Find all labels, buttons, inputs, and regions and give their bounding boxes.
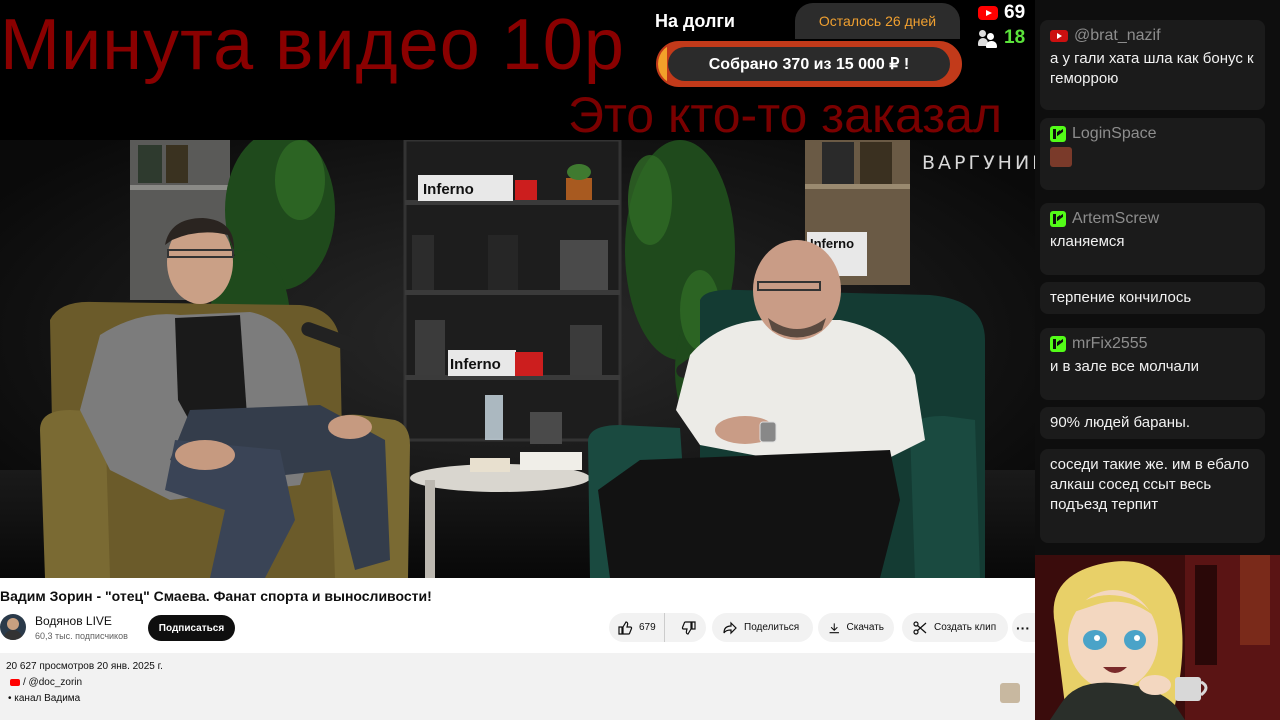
- youtube-viewer-value: 69: [1004, 2, 1026, 23]
- stream-overlay-header: Минута видео 10р Это кто-то заказал На д…: [0, 0, 1035, 140]
- share-icon: [723, 621, 737, 634]
- donation-goal-bar: Собрано 370 из 15 000 ₽ !: [656, 41, 962, 87]
- chat-username-text: mrFix2555: [1072, 335, 1148, 352]
- like-count: 679: [639, 622, 656, 633]
- video-frame-scene: Inferno Inferno Inferno: [0, 140, 1035, 578]
- viewers-icon: [978, 29, 998, 48]
- chat-username: mrFix2555: [1050, 334, 1255, 354]
- video-description[interactable]: 20 627 просмотров 20 янв. 2025 г. / @doc…: [0, 653, 1035, 720]
- description-handle-link[interactable]: / @doc_zorin: [10, 677, 82, 688]
- ticker-text-bottom: Это кто-то заказал: [568, 87, 1003, 140]
- chat-text: кланяемся: [1050, 233, 1125, 250]
- streamer-avatar-cam: [1035, 555, 1280, 720]
- video-watermark: ВАРГУНИН: [922, 152, 1035, 174]
- chat-text: и в зале все молчали: [1050, 358, 1200, 375]
- chat-username: ArtemScrew: [1050, 209, 1255, 229]
- share-label: Поделиться: [744, 622, 800, 633]
- chat-message: @brat_nazif а у гали хата шла как бонус …: [1040, 20, 1265, 110]
- share-button[interactable]: Поделиться: [712, 613, 813, 642]
- channel-avatar[interactable]: [0, 614, 26, 640]
- download-icon: [829, 622, 839, 633]
- donation-goal-fill: [658, 43, 668, 85]
- avatar-image: [3, 618, 23, 640]
- days-left-badge: Осталось 26 дней: [795, 3, 960, 39]
- anime-avatar: [1035, 555, 1280, 720]
- youtube-icon: [1050, 30, 1068, 42]
- dislike-button[interactable]: [671, 613, 707, 642]
- handle-text: / @doc_zorin: [23, 677, 83, 688]
- chat-message: mrFix2555 и в зале все молчали: [1040, 328, 1265, 400]
- shelf-sign-1: Inferno: [423, 181, 474, 198]
- chat-message: 90% людей бараны.: [1040, 407, 1265, 439]
- thumbs-down-icon: [681, 620, 696, 635]
- thumbs-up-icon: [618, 620, 633, 635]
- chat-username-text: @brat_nazif: [1074, 27, 1161, 44]
- youtube-viewer-count: 69: [978, 2, 1025, 24]
- like-button[interactable]: 679: [609, 613, 665, 642]
- youtube-icon: [978, 6, 998, 20]
- description-channel-line: • канал Вадима: [8, 693, 81, 704]
- like-dislike-group: 679: [609, 613, 706, 642]
- subscribe-button[interactable]: Подписаться: [148, 615, 235, 641]
- kick-viewer-count: 18: [978, 27, 1025, 49]
- clip-label: Создать клип: [934, 622, 997, 633]
- chat-panel: @brat_nazif а у гали хата шла как бонус …: [1035, 0, 1280, 555]
- chat-emote: [1050, 147, 1072, 167]
- chat-message: ArtemScrew кланяемся: [1040, 203, 1265, 275]
- kick-viewer-value: 18: [1004, 27, 1026, 48]
- chat-message: терпение кончилось: [1040, 282, 1265, 314]
- video-player[interactable]: Inferno Inferno Inferno ВАРГУНИ: [0, 140, 1035, 578]
- chat-text: а у гали хата шла как бонус к геморрою: [1050, 50, 1254, 87]
- chat-message: LoginSpace: [1040, 118, 1265, 190]
- download-button[interactable]: Скачать: [818, 613, 894, 642]
- download-label: Скачать: [846, 622, 885, 633]
- chat-text: терпение кончилось: [1050, 289, 1192, 306]
- chat-message: соседи такие же. им в ебало алкаш сосед …: [1040, 449, 1265, 543]
- channel-name[interactable]: Водянов LIVE: [35, 614, 112, 628]
- chat-text: 90% людей бараны.: [1050, 414, 1191, 431]
- views-and-date: 20 627 просмотров 20 янв. 2025 г.: [6, 661, 163, 672]
- chat-username-text: LoginSpace: [1072, 125, 1157, 142]
- donation-goal-text: Собрано 370 из 15 000 ₽ !: [668, 47, 950, 81]
- chat-text: соседи такие же. им в ебало алкаш сосед …: [1050, 456, 1250, 513]
- subscriber-count: 60,3 тыс. подписчиков: [35, 631, 128, 641]
- scissors-icon: [913, 620, 927, 635]
- chat-username: @brat_nazif: [1050, 26, 1255, 46]
- kick-icon: [1050, 336, 1066, 352]
- more-actions-button[interactable]: ···: [1012, 613, 1035, 642]
- video-title: Вадим Зорин - "отец" Смаева. Фанат спорт…: [0, 588, 432, 604]
- description-thumbnail[interactable]: [1000, 683, 1020, 703]
- ticker-text-top: Минута видео 10р: [0, 5, 625, 85]
- shelf-sign-2: Inferno: [450, 356, 501, 373]
- donation-goal-title: На долги: [655, 11, 735, 31]
- create-clip-button[interactable]: Создать клип: [902, 613, 1008, 642]
- chat-username-text: ArtemScrew: [1072, 210, 1160, 227]
- youtube-icon: [10, 679, 20, 686]
- kick-icon: [1050, 211, 1066, 227]
- kick-icon: [1050, 126, 1066, 142]
- youtube-video-info: Вадим Зорин - "отец" Смаева. Фанат спорт…: [0, 578, 1035, 720]
- chat-username: LoginSpace: [1050, 124, 1255, 144]
